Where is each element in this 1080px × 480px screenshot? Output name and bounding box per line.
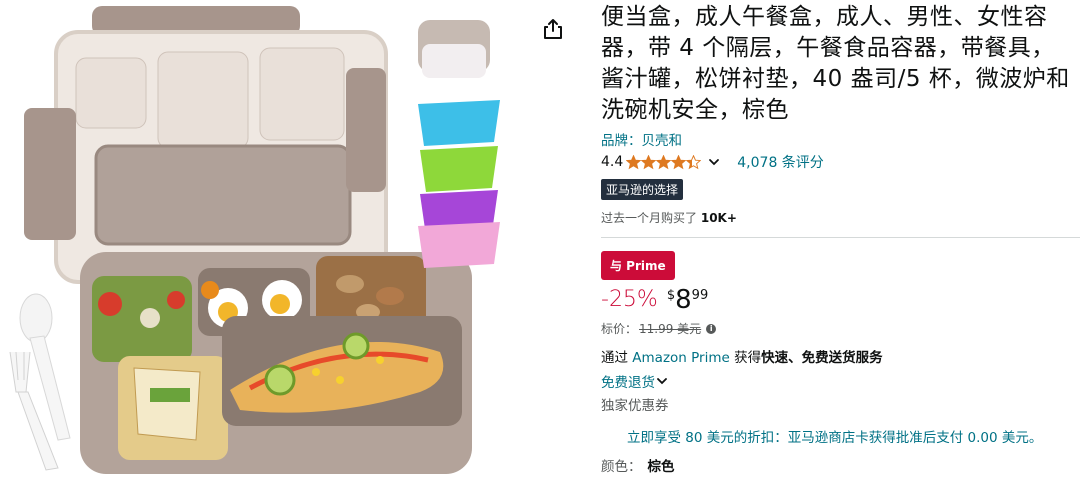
star-icon bbox=[656, 154, 672, 169]
price-row: -25% $ 8 99 bbox=[601, 286, 1076, 318]
prime-free-shipping: 快速、免费送货服务 bbox=[761, 350, 883, 366]
amazon-choice-badge: 亚马逊的选择 bbox=[601, 179, 684, 200]
star-icon bbox=[626, 154, 642, 169]
bento-lid bbox=[24, 6, 388, 284]
brand-link[interactable]: 品牌：贝壳和 bbox=[601, 129, 1076, 149]
star-icon bbox=[686, 154, 702, 169]
silicone-cups-image bbox=[418, 100, 500, 268]
info-icon[interactable]: i bbox=[706, 323, 717, 334]
store-card-offer-link[interactable]: 立即享受 80 美元的折扣：亚马逊商店卡获得批准后支付 0.00 美元。 bbox=[601, 426, 1076, 446]
divider bbox=[601, 237, 1080, 238]
color-label: 颜色： bbox=[601, 459, 642, 475]
chevron-down-icon[interactable] bbox=[707, 155, 721, 169]
amazon-prime-link[interactable]: Amazon Prime bbox=[632, 350, 730, 366]
bento-tray bbox=[80, 252, 472, 474]
free-returns-label: 免费退货 bbox=[601, 375, 655, 391]
list-price: 标价： 11.99 美元 i bbox=[601, 320, 1076, 337]
price-whole: 8 bbox=[675, 285, 692, 315]
product-title: 便当盒，成人午餐盒，成人、男性、女性容器，带 4 个隔层，午餐食品容器，带餐具，… bbox=[601, 4, 1070, 123]
price: $ 8 99 bbox=[667, 286, 708, 314]
bought-prefix: 过去一个月购买了 bbox=[601, 211, 698, 225]
prime-shipping-line: 通过 Amazon Prime 获得快速、免费送货服务 bbox=[601, 346, 1076, 366]
product-info-panel: 便当盒，成人午餐盒，成人、男性、女性容器，带 4 个隔层，午餐食品容器，带餐具，… bbox=[601, 0, 1080, 475]
price-fraction: 99 bbox=[691, 288, 709, 303]
list-price-value: 11.99 美元 bbox=[639, 322, 702, 336]
color-value: 棕色 bbox=[647, 459, 675, 475]
rating-value: 4.4 bbox=[601, 154, 624, 170]
prime-suffix: 获得 bbox=[734, 350, 762, 366]
review-count-link[interactable]: 4,078 条评分 bbox=[737, 152, 824, 172]
bought-in-past-month: 过去一个月购买了 10K+ bbox=[601, 209, 1076, 226]
prime-prefix: 通过 bbox=[601, 350, 628, 366]
cutlery-image bbox=[9, 293, 71, 471]
share-icon[interactable] bbox=[540, 16, 566, 42]
prime-deal-badge: 与 Prime bbox=[601, 251, 675, 280]
star-icon bbox=[641, 154, 657, 169]
chevron-down-icon bbox=[657, 378, 667, 385]
rating-row: 4.4 4,078 条评分 bbox=[601, 152, 1076, 172]
star-icon bbox=[671, 154, 687, 169]
sauce-cup-image bbox=[418, 20, 490, 78]
bento-box-illustration bbox=[9, 6, 500, 474]
exclusive-coupons: 独家优惠券 bbox=[601, 398, 669, 414]
discount-percent: -25% bbox=[601, 287, 658, 312]
color-selection: 颜色： 棕色 bbox=[601, 455, 1076, 475]
list-price-label: 标价： bbox=[601, 322, 638, 336]
price-symbol: $ bbox=[666, 288, 676, 303]
bought-count: 10K+ bbox=[700, 211, 737, 225]
star-rating[interactable] bbox=[626, 154, 702, 170]
free-returns-link[interactable]: 免费退货 bbox=[601, 371, 1076, 391]
product-image[interactable] bbox=[0, 0, 540, 476]
